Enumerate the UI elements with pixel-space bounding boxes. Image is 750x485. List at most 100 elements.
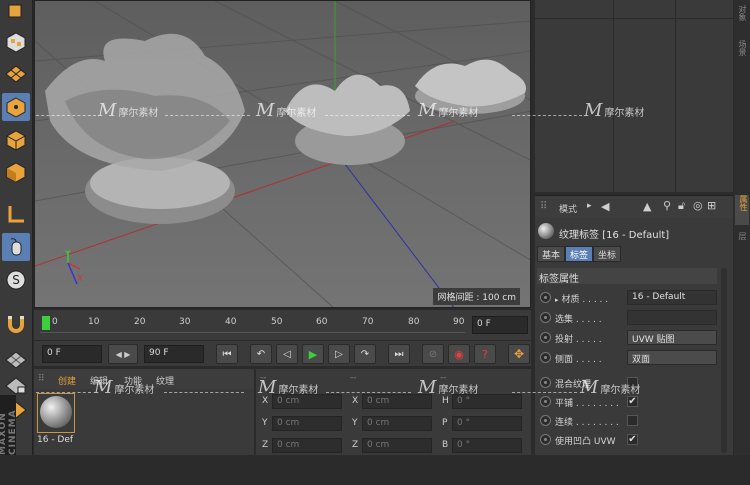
animate-radio[interactable] xyxy=(540,312,551,323)
tab-scene[interactable]: 场景 xyxy=(736,40,748,56)
axis-icon[interactable] xyxy=(2,200,30,228)
watermark-line xyxy=(36,392,91,393)
timeline-tick: 10 xyxy=(88,317,100,327)
next-frame-button[interactable]: ▷ xyxy=(328,344,350,364)
material-field[interactable]: 16 - Default xyxy=(627,290,717,305)
watermark-logo: M xyxy=(418,377,437,398)
animate-radio[interactable] xyxy=(540,292,551,303)
watermark-line xyxy=(164,392,244,393)
animate-radio[interactable] xyxy=(540,352,551,363)
previous-frame-button[interactable]: ◁ xyxy=(276,344,298,364)
side-tab-strip: 对象 场景 属性 层 xyxy=(734,0,750,455)
frame-stepper[interactable]: ◀ ▶ xyxy=(108,344,138,364)
start-frame-field[interactable]: 0 F xyxy=(42,345,102,363)
attr-scrollbar[interactable] xyxy=(721,268,727,453)
record-keys-button[interactable]: ◉ xyxy=(448,344,470,364)
position-z-field[interactable]: 0 cm xyxy=(272,438,342,453)
back-arrow-icon[interactable]: ◀ xyxy=(601,200,609,213)
polygons-mode-icon[interactable] xyxy=(2,158,30,186)
watermark-text: 摩尔素材 xyxy=(438,108,479,119)
timeline-tick: 80 xyxy=(408,317,420,327)
seamless-checkbox[interactable] xyxy=(627,415,638,426)
record-disabled-icon[interactable]: ⊘ xyxy=(422,344,444,364)
animate-radio[interactable] xyxy=(540,377,551,388)
side-dropdown[interactable]: 双面 xyxy=(627,350,717,365)
mode-arrow-icon: ▸ xyxy=(587,201,592,211)
tab-attributes[interactable]: 属性 xyxy=(735,195,749,225)
go-to-start-button[interactable]: ⏮ xyxy=(216,344,238,364)
use-bump-uvw-checkbox[interactable]: ✔ xyxy=(627,434,638,445)
attr-dots: . . . . . . . . xyxy=(573,399,619,409)
coord-label: Y xyxy=(352,418,358,428)
menu-create[interactable]: 创建 xyxy=(58,374,76,387)
current-frame-field[interactable]: 0 F xyxy=(472,316,528,334)
play-button[interactable]: ▶ xyxy=(302,344,324,364)
animate-radio[interactable] xyxy=(540,415,551,426)
timeline-tick: 70 xyxy=(362,317,374,327)
coord-label: Y xyxy=(262,418,268,428)
move-keys-icon[interactable]: ✥ xyxy=(508,344,530,364)
animate-radio[interactable] xyxy=(540,396,551,407)
watermark-line xyxy=(36,115,96,116)
autokey-button[interactable]: ? xyxy=(474,344,496,364)
animate-radio[interactable] xyxy=(540,332,551,343)
tweak-mouse-icon[interactable] xyxy=(2,233,30,261)
model-mode-icon[interactable] xyxy=(2,0,30,24)
material-swatch[interactable] xyxy=(37,393,75,433)
attr-row-projection: 投射 . . . . . UVW 贴图 xyxy=(535,329,725,347)
watermark-line xyxy=(326,392,411,393)
timeline-tick: 90 xyxy=(453,317,465,327)
attr-row-selection: 选集 . . . . . xyxy=(535,309,725,327)
target-icon[interactable]: ◎ xyxy=(693,199,703,212)
rotation-p-field[interactable]: 0 ° xyxy=(452,416,522,431)
svg-text:S: S xyxy=(12,273,20,287)
playhead[interactable] xyxy=(42,316,50,330)
watermark-line xyxy=(512,115,582,116)
workplane-icon[interactable] xyxy=(2,346,30,374)
watermark-line xyxy=(165,115,250,116)
attr-dots: . . . . . xyxy=(573,355,602,365)
attr-label: 侧面 xyxy=(555,355,574,365)
snap-icon[interactable]: S xyxy=(2,266,30,294)
size-z-field[interactable]: 0 cm xyxy=(362,438,432,453)
rotation-b-field[interactable]: 0 ° xyxy=(452,438,522,453)
timeline[interactable]: 0 10 20 30 40 50 60 70 80 90 0 F xyxy=(34,310,531,340)
edges-mode-icon[interactable] xyxy=(2,126,30,154)
watermark-text: 摩尔素材 xyxy=(438,385,479,396)
tab-tag[interactable]: 标签 xyxy=(565,246,594,262)
tab-objects[interactable]: 对象 xyxy=(736,5,748,21)
magnet-icon[interactable] xyxy=(2,310,30,338)
up-arrow-icon[interactable]: ▲ xyxy=(643,200,651,213)
tab-basic[interactable]: 基本 xyxy=(537,246,566,262)
object-mode-icon[interactable] xyxy=(2,28,30,56)
position-y-field[interactable]: 0 cm xyxy=(272,416,342,431)
watermark-text: 摩尔素材 xyxy=(278,385,319,396)
next-key-button[interactable]: ↷ xyxy=(354,344,376,364)
end-frame-field[interactable]: 90 F xyxy=(144,345,204,363)
coords-header-2: -- xyxy=(350,373,357,383)
new-manager-icon[interactable]: ⊞ xyxy=(707,199,716,212)
go-to-end-button[interactable]: ⏭ xyxy=(388,344,410,364)
previous-key-button[interactable]: ↶ xyxy=(250,344,272,364)
points-mode-icon[interactable] xyxy=(2,93,30,121)
watermark-logo: M xyxy=(258,377,277,398)
tab-coords[interactable]: 坐标 xyxy=(593,246,622,262)
selection-field[interactable] xyxy=(627,310,717,325)
texture-mode-icon[interactable] xyxy=(2,60,30,88)
search-icon[interactable]: ⚲ xyxy=(663,199,671,212)
mode-menu[interactable]: 模式 xyxy=(559,202,577,215)
menu-texture[interactable]: 纹理 xyxy=(156,374,174,387)
timeline-track xyxy=(40,332,465,333)
material-name: 16 - Def xyxy=(37,435,74,445)
viewport[interactable]: Y X 网格间距 : 100 cm xyxy=(34,0,531,308)
watermark: M 摩尔素材 xyxy=(418,100,478,121)
object-manager[interactable] xyxy=(535,0,733,192)
lock-icon[interactable]: 🔓︎ xyxy=(678,199,685,213)
attr-row-side: 侧面 . . . . . 双面 xyxy=(535,349,725,367)
timeline-tick: 30 xyxy=(179,317,191,327)
tab-layers[interactable]: 层 xyxy=(736,232,748,240)
size-y-field[interactable]: 0 cm xyxy=(362,416,432,431)
attr-dots: . . . . . xyxy=(573,315,602,325)
animate-radio[interactable] xyxy=(540,434,551,445)
projection-dropdown[interactable]: UVW 贴图 xyxy=(627,330,717,345)
